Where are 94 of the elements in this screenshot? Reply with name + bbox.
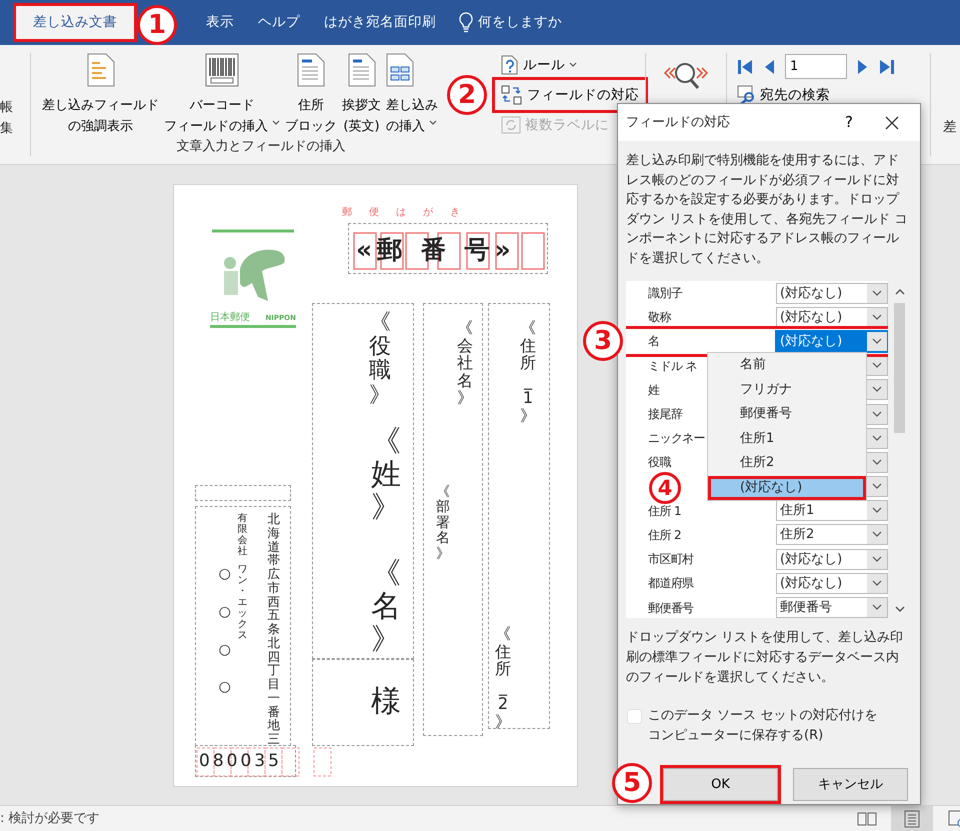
field-label: ミドル ネ [647, 358, 697, 375]
ribbon-button[interactable]: フィールドの対応 [495, 80, 645, 110]
field-mapping-row[interactable]: 住所 2 住所2 [626, 522, 888, 548]
merge-field: 《住所_2》 [493, 625, 513, 731]
field-mapping-row[interactable]: 市区町村 (対応なし) [626, 547, 888, 572]
sender-company-name: ワン・エックス [236, 564, 248, 641]
ribbon-button[interactable]: ルール [495, 50, 583, 80]
mapping-dropdown[interactable]: 住所2 [776, 524, 888, 546]
document-icon [297, 53, 325, 87]
mapping-dropdown[interactable]: 郵便番号 [776, 597, 888, 618]
previous-record-icon[interactable] [763, 58, 775, 74]
field-label: 姓 [647, 382, 660, 399]
dropdown-option[interactable]: (対応なし) [708, 476, 866, 500]
dialog-note: ドロップダウン リストを使用して、差し込み印刷の標準フィールドに対応するデータベース内のフィールドを選択してください。 [626, 629, 904, 687]
scroll-up-icon[interactable] [894, 287, 906, 297]
status-text: : 検討が必要です [0, 810, 100, 828]
dropdown-option[interactable]: 郵便番号 [708, 402, 866, 426]
stamp-text: 日本郵便 [210, 313, 250, 324]
mapping-dropdown[interactable]: (対応なし) [776, 548, 888, 570]
mapping-dropdown[interactable]: (対応なし) [776, 330, 888, 352]
merge-field: 様 [367, 685, 404, 718]
barcode-icon [205, 53, 239, 87]
document-question-icon [501, 55, 519, 75]
sender-company-type: 有限会社 [236, 513, 248, 557]
scrollbar-thumb[interactable] [894, 303, 905, 433]
field-label: 名 [647, 333, 660, 350]
mapping-dropdown[interactable]: (対応なし) [776, 306, 888, 328]
ribbon-button[interactable]: 挨拶文 (英文) [341, 45, 382, 141]
mapping-dropdown[interactable]: 住所1 [776, 500, 888, 522]
field-mapping-row[interactable]: 識別子 (対応なし) [626, 281, 888, 306]
ribbon-tab[interactable]: 表示 [194, 6, 246, 39]
sender-name: ○○ ○○ [218, 565, 232, 698]
field-label: 住所 2 [647, 526, 682, 544]
cancel-button[interactable]: キャンセル [793, 768, 908, 801]
sender-postal-code: 080035 [199, 753, 282, 770]
field-label: ニックネー [647, 430, 706, 448]
merge-field: 《部署名》 [434, 485, 452, 562]
help-button[interactable]: ? [834, 110, 864, 135]
dropdown-option[interactable]: フリガナ [708, 378, 866, 402]
mapping-dropdown[interactable]: (対応なし) [776, 282, 888, 304]
field-mapping-row[interactable]: 名 (対応なし) [626, 329, 888, 354]
merge-field: 《姓》 [367, 425, 404, 524]
lightbulb-icon [458, 12, 474, 34]
dropdown-option[interactable]: 住所2 [708, 451, 866, 476]
scroll-down-icon[interactable] [894, 604, 906, 614]
record-number-field[interactable]: 1 [785, 54, 847, 79]
table-document-icon [386, 53, 416, 87]
field-label: 住所 1 [647, 502, 682, 520]
swap-arrows-icon [501, 85, 523, 105]
ribbon-label: 差 [942, 118, 957, 137]
sender-address: 北海道帯広市西五条北四丁目一番地三 [266, 512, 282, 746]
ribbon-label: 帳 [0, 99, 14, 117]
document-icon [348, 53, 376, 87]
field-label: 役職 [647, 454, 671, 472]
close-icon [885, 116, 899, 130]
ribbon-tab[interactable]: はがき宛名面印刷 [312, 6, 448, 39]
dropdown-option[interactable]: 住所1 [708, 426, 866, 451]
field-label: 接尾辞 [647, 406, 682, 424]
first-record-icon[interactable] [737, 58, 753, 74]
next-record-icon[interactable] [857, 58, 869, 74]
ribbon-button[interactable]: 住所 ブロック [284, 45, 338, 141]
postcard-header: 郵便はがき [342, 206, 477, 220]
field-mapping-row[interactable]: 都道府県 (対応なし) [626, 571, 888, 596]
refresh-icon [501, 115, 521, 135]
ok-button[interactable]: OK [663, 768, 778, 801]
dialog-title: フィールドの対応 [626, 114, 730, 132]
field-label: 郵便番号 [647, 600, 694, 617]
merge-field: 《役職》 [366, 311, 394, 408]
field-label: 都道府県 [647, 575, 694, 592]
field-mapping-row[interactable]: 郵便番号 郵便番号 [626, 595, 888, 618]
ribbon-label: 集 [0, 120, 14, 138]
group-label: 文章入力とフィールドの挿入 [176, 138, 346, 156]
field-label: 市区町村 [647, 551, 694, 568]
book-icon[interactable] [857, 810, 877, 826]
field-label: 識別子 [647, 285, 682, 302]
merge-field: 《会社名》 [455, 319, 475, 407]
dropdown-option[interactable]: 名前 [708, 353, 866, 378]
ribbon-button[interactable]: 差し込み の挿入 [385, 45, 439, 141]
field-label: 敬称 [647, 309, 671, 326]
document-icon [86, 53, 114, 87]
find-recipient-button[interactable]: 宛先の検索 [737, 85, 930, 106]
page-layout-icon[interactable] [903, 810, 921, 828]
last-record-icon[interactable] [879, 58, 895, 74]
dialog-description: 差し込み印刷で特別機能を使用するには、アドレス帳のどのフィールドが必須フィールドに対応するかを設定する必要があります。ドロップダウン リストを使用して、各宛先フィールド コンポーネントに対応するアドレス帳のフィールドを選択してください。 [626, 152, 908, 268]
save-checkbox[interactable] [627, 709, 642, 724]
merge-field: 《住所_1》 [518, 319, 538, 425]
ribbon-button[interactable]: 差し込みフィールド の強調表示 [41, 45, 160, 141]
merge-field: 《名》 [367, 557, 404, 656]
tell-me-search[interactable]: 何をしますか [478, 12, 562, 33]
field-mapping-row[interactable]: 敬称 (対応なし) [626, 305, 888, 330]
ribbon-tab[interactable]: 差し込み文書 [16, 6, 134, 39]
checkbox-label: このデータ ソース セットの対応付けをコンピューターに保存する(R) [648, 707, 878, 745]
mapping-dropdown[interactable]: (対応なし) [776, 572, 888, 594]
ribbon-tab[interactable]: ヘルプ [246, 6, 312, 39]
